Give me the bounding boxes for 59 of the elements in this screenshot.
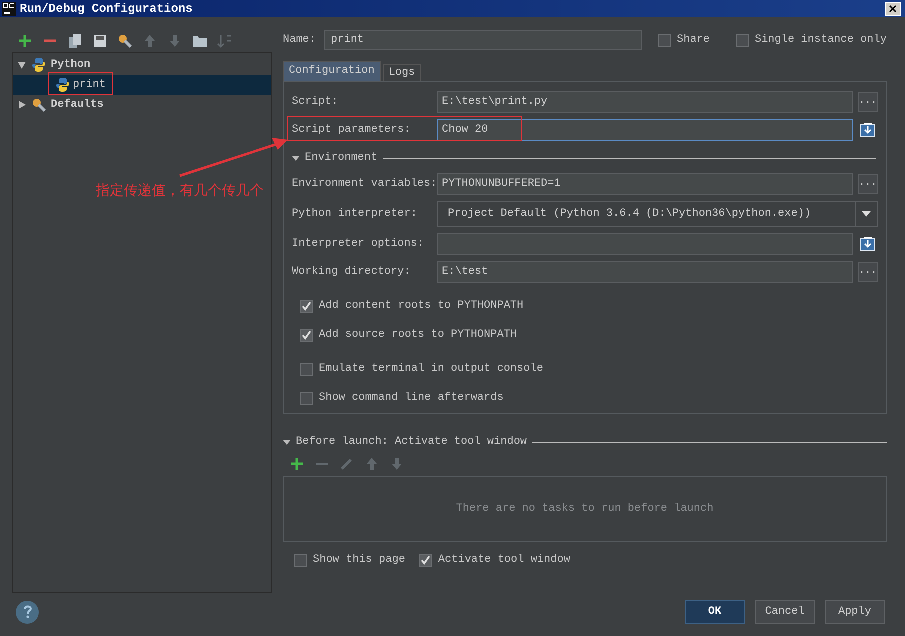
expanded-triangle-icon [292,154,300,162]
text-field[interactable] [437,233,853,255]
dialog-button[interactable]: OK [685,600,745,624]
field-label: Python interpreter: [292,206,418,222]
close-button[interactable] [885,2,901,16]
field-label: Environment variables: [292,176,437,192]
option-checkbox[interactable]: Add content roots to PYTHONPATH [300,298,524,315]
browse-button[interactable]: ... [858,92,878,112]
option-checkbox[interactable]: Show command line afterwards [300,390,504,407]
option-checkbox[interactable]: Emulate terminal in output console [300,361,544,378]
close-icon [889,4,897,12]
checkmark-icon [420,554,432,566]
dialog-button[interactable]: Cancel [755,600,815,624]
add-icon[interactable] [17,32,33,48]
expand-icon [860,122,876,138]
collapsed-triangle-icon [17,100,27,110]
browse-button[interactable]: ... [858,262,878,282]
app-icon [2,2,16,16]
name-label: Name: [283,32,316,48]
python-icon [55,77,71,93]
checkmark-icon [301,330,312,341]
tasks-list: There are no tasks to run before launch [283,476,887,542]
dialog-button[interactable]: Apply [825,600,885,624]
tree-item[interactable]: Defaults [13,95,271,115]
field-label: Script parameters: [292,122,412,138]
tab[interactable]: Logs [382,64,422,81]
share-checkbox[interactable]: Share [658,32,710,48]
tree-item[interactable]: print [13,75,271,95]
window-title: Run/Debug Configurations [20,0,194,18]
single-instance-checkbox[interactable]: Single instance only [736,32,887,48]
field-label: Working directory: [292,264,412,280]
text-field[interactable]: PYTHONUNBUFFERED=1 [437,173,853,195]
launch-option-checkbox[interactable]: Activate tool window [419,552,570,568]
highlight-box [48,72,113,95]
copy-icon[interactable] [67,32,83,48]
browse-button[interactable]: ... [858,174,878,194]
text-field[interactable]: E:\test\print.py [437,91,853,113]
help-icon [22,605,32,619]
field-label: Script: [292,94,340,110]
python-icon [31,57,47,73]
help-button[interactable] [16,600,39,624]
expand-icon [860,236,876,252]
name-field[interactable]: print [324,30,642,50]
checkmark-icon [301,301,312,312]
text-field[interactable]: Chow 20 [437,119,853,141]
option-checkbox[interactable]: Add source roots to PYTHONPATH [300,327,518,344]
expanded-triangle-icon [17,60,27,70]
tab[interactable]: Configuration [283,61,381,81]
text-field[interactable]: E:\test [437,261,853,283]
add-icon[interactable] [289,456,305,472]
interpreter-dropdown[interactable]: Project Default (Python 3.6.4 (D:\Python36\python.exe)) [437,201,878,227]
save-icon[interactable] [92,32,108,48]
field-label: Interpreter options: [292,236,426,252]
expanded-triangle-icon [283,438,291,446]
launch-option-checkbox[interactable]: Show this page [294,552,406,568]
before-launch-header[interactable]: Before launch: Activate tool window [283,432,887,452]
tree-item[interactable]: Python [13,55,271,75]
annotation-text: 指定传递值，有几个传几个 [96,182,264,201]
environment-header[interactable]: Environment [292,146,878,170]
